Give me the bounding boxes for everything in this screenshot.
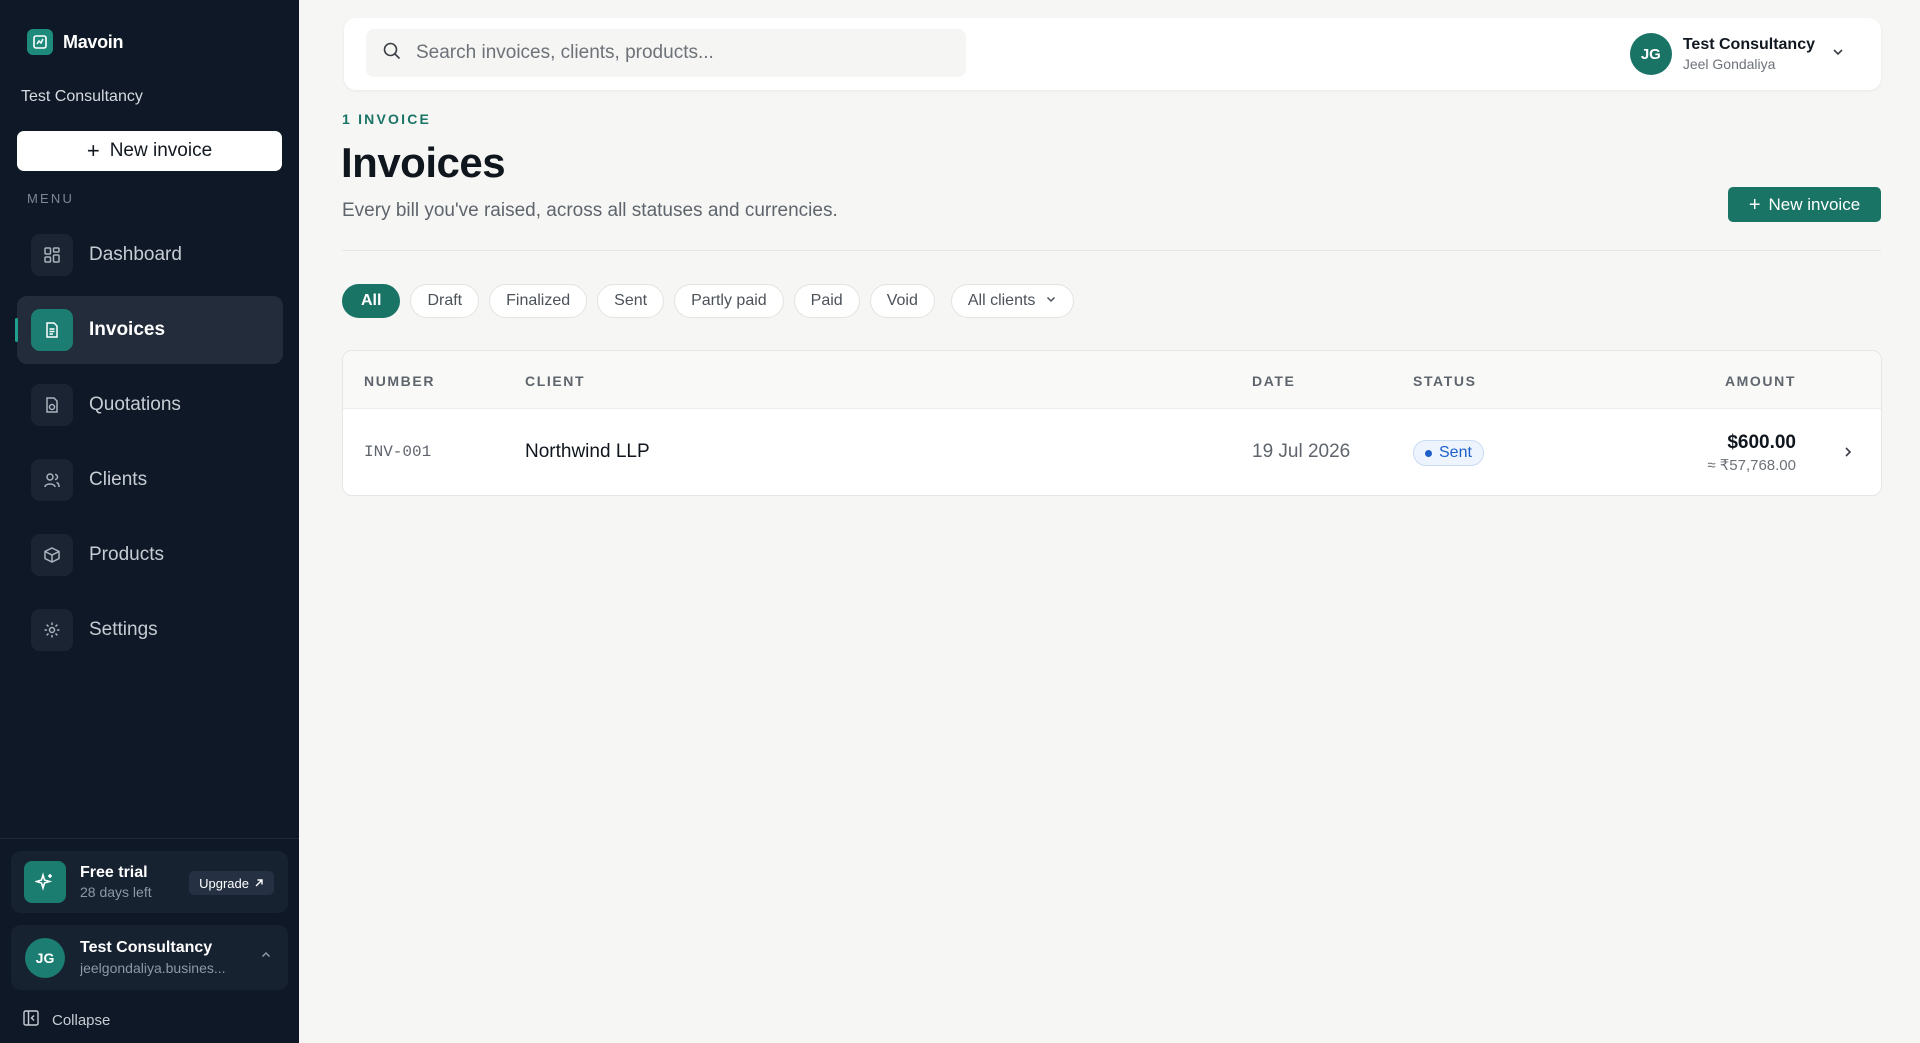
status-label: Sent: [1439, 444, 1472, 461]
page-title: Invoices: [341, 139, 506, 186]
client-filter-label: All clients: [967, 292, 1036, 309]
new-invoice-button[interactable]: + New invoice: [1728, 187, 1881, 222]
column-header-status[interactable]: STATUS: [1413, 373, 1477, 389]
sidebar-item-invoices[interactable]: Invoices: [15, 296, 283, 364]
filter-chip-finalized[interactable]: Finalized: [489, 284, 588, 318]
collapse-label: Collapse: [52, 1011, 111, 1029]
sidebar-item-clients[interactable]: Clients: [17, 446, 283, 514]
topbar: JG Test Consultancy Jeel Gondaliya: [344, 18, 1881, 90]
trial-days-left: 28 days left: [80, 884, 152, 900]
plus-icon: +: [86, 138, 100, 163]
invoice-number: INV-001: [364, 443, 432, 461]
sidebar-item-label: Invoices: [89, 319, 166, 340]
status-dot-icon: [1425, 449, 1432, 457]
column-header-number[interactable]: NUMBER: [364, 373, 435, 389]
filter-chip-draft[interactable]: Draft: [410, 284, 480, 318]
sidebar-item-label: Settings: [89, 619, 158, 640]
upgrade-label: Upgrade: [199, 875, 249, 891]
new-invoice-label: New invoice: [1768, 194, 1861, 214]
column-header-date[interactable]: DATE: [1252, 373, 1295, 389]
filter-chip-paid[interactable]: Paid: [793, 284, 860, 318]
page-subtitle: Every bill you've raised, across all sta…: [342, 200, 838, 221]
filter-chip-all[interactable]: All: [342, 284, 401, 318]
gear-icon: [31, 609, 73, 651]
upgrade-button[interactable]: Upgrade: [189, 871, 274, 895]
chevron-down-icon: [1045, 292, 1057, 310]
amount-converted: ≈ ₹57,768.00: [1707, 457, 1796, 474]
account-switcher[interactable]: JG Test Consultancy jeelgondaliya.busine…: [11, 925, 288, 990]
avatar: JG: [1629, 33, 1672, 75]
divider: [342, 250, 1881, 251]
sidebar-collapse-icon: [22, 1009, 40, 1031]
amount-value: $600.00: [1727, 432, 1796, 453]
sidebar-item-dashboard[interactable]: Dashboard: [17, 221, 283, 289]
sidebar-item-label: Quotations: [89, 394, 181, 415]
collapse-sidebar-button[interactable]: Collapse: [22, 1009, 110, 1031]
status-filters: All Draft Finalized Sent Partly paid Pai…: [342, 284, 1075, 318]
filter-chip-partly-paid[interactable]: Partly paid: [674, 284, 784, 318]
filter-chip-void[interactable]: Void: [869, 284, 935, 318]
invoices-table: NUMBER CLIENT DATE STATUS AMOUNT INV-001…: [342, 350, 1882, 496]
column-header-amount[interactable]: AMOUNT: [1725, 373, 1796, 389]
brand[interactable]: Mavoin: [27, 29, 124, 55]
free-trial-card: Free trial 28 days left Upgrade: [11, 851, 288, 913]
trial-title: Free trial: [80, 864, 148, 881]
arrow-up-right-icon: [254, 876, 264, 891]
box-icon: [31, 534, 73, 576]
menu-section-label: MENU: [27, 191, 75, 206]
account-name: Test Consultancy: [80, 939, 213, 956]
invoice-icon: [31, 309, 73, 351]
sidebar-item-quotations[interactable]: Quotations: [17, 371, 283, 439]
table-header: NUMBER CLIENT DATE STATUS AMOUNT: [343, 351, 1881, 409]
sidebar-new-invoice-label: New invoice: [109, 140, 213, 161]
sidebar-item-products[interactable]: Products: [17, 521, 283, 589]
dashboard-icon: [31, 234, 73, 276]
invoice-date: 19 Jul 2026: [1252, 441, 1351, 462]
sidebar-divider: [0, 838, 299, 839]
organization-name: Test Consultancy: [21, 88, 143, 105]
search-box[interactable]: [366, 29, 966, 77]
sidebar-item-label: Dashboard: [89, 244, 182, 265]
search-icon: [382, 41, 402, 66]
users-icon: [31, 459, 73, 501]
mavoin-logo-icon: [27, 29, 53, 55]
avatar: JG: [25, 937, 65, 978]
sidebar-new-invoice-button[interactable]: + New invoice: [17, 131, 282, 171]
sidebar-item-settings[interactable]: Settings: [17, 596, 283, 664]
status-badge: Sent: [1413, 440, 1484, 466]
sidebar-item-label: Products: [89, 544, 164, 565]
filter-chip-sent[interactable]: Sent: [597, 284, 665, 318]
user-org: Test Consultancy: [1682, 36, 1815, 53]
chevron-up-icon: [260, 948, 272, 966]
client-filter-select[interactable]: All clients: [950, 284, 1075, 318]
chevron-right-icon[interactable]: [1841, 445, 1855, 464]
column-header-client[interactable]: CLIENT: [525, 373, 585, 389]
invoice-amount: $600.00 ≈ ₹57,768.00: [1707, 432, 1796, 474]
invoice-client: Northwind LLP: [525, 441, 650, 462]
invoice-count: 1 INVOICE: [342, 111, 432, 127]
sidebar: Mavoin Test Consultancy + New invoice ME…: [0, 0, 299, 1043]
brand-name: Mavoin: [63, 31, 124, 52]
plus-icon: +: [1748, 193, 1761, 216]
account-email: jeelgondaliya.busines...: [80, 960, 226, 976]
quotation-icon: [31, 384, 73, 426]
search-input[interactable]: [416, 42, 936, 64]
sidebar-item-label: Clients: [89, 469, 148, 490]
user-menu[interactable]: JG Test Consultancy Jeel Gondaliya: [1629, 33, 1845, 75]
user-name: Jeel Gondaliya: [1682, 56, 1776, 72]
sparkle-icon: [24, 861, 66, 903]
table-row[interactable]: INV-001 Northwind LLP 19 Jul 2026 Sent $…: [343, 410, 1881, 495]
sidebar-nav: Dashboard Invoices Quotations Clients Pr…: [15, 221, 283, 671]
chevron-down-icon: [1831, 45, 1845, 64]
